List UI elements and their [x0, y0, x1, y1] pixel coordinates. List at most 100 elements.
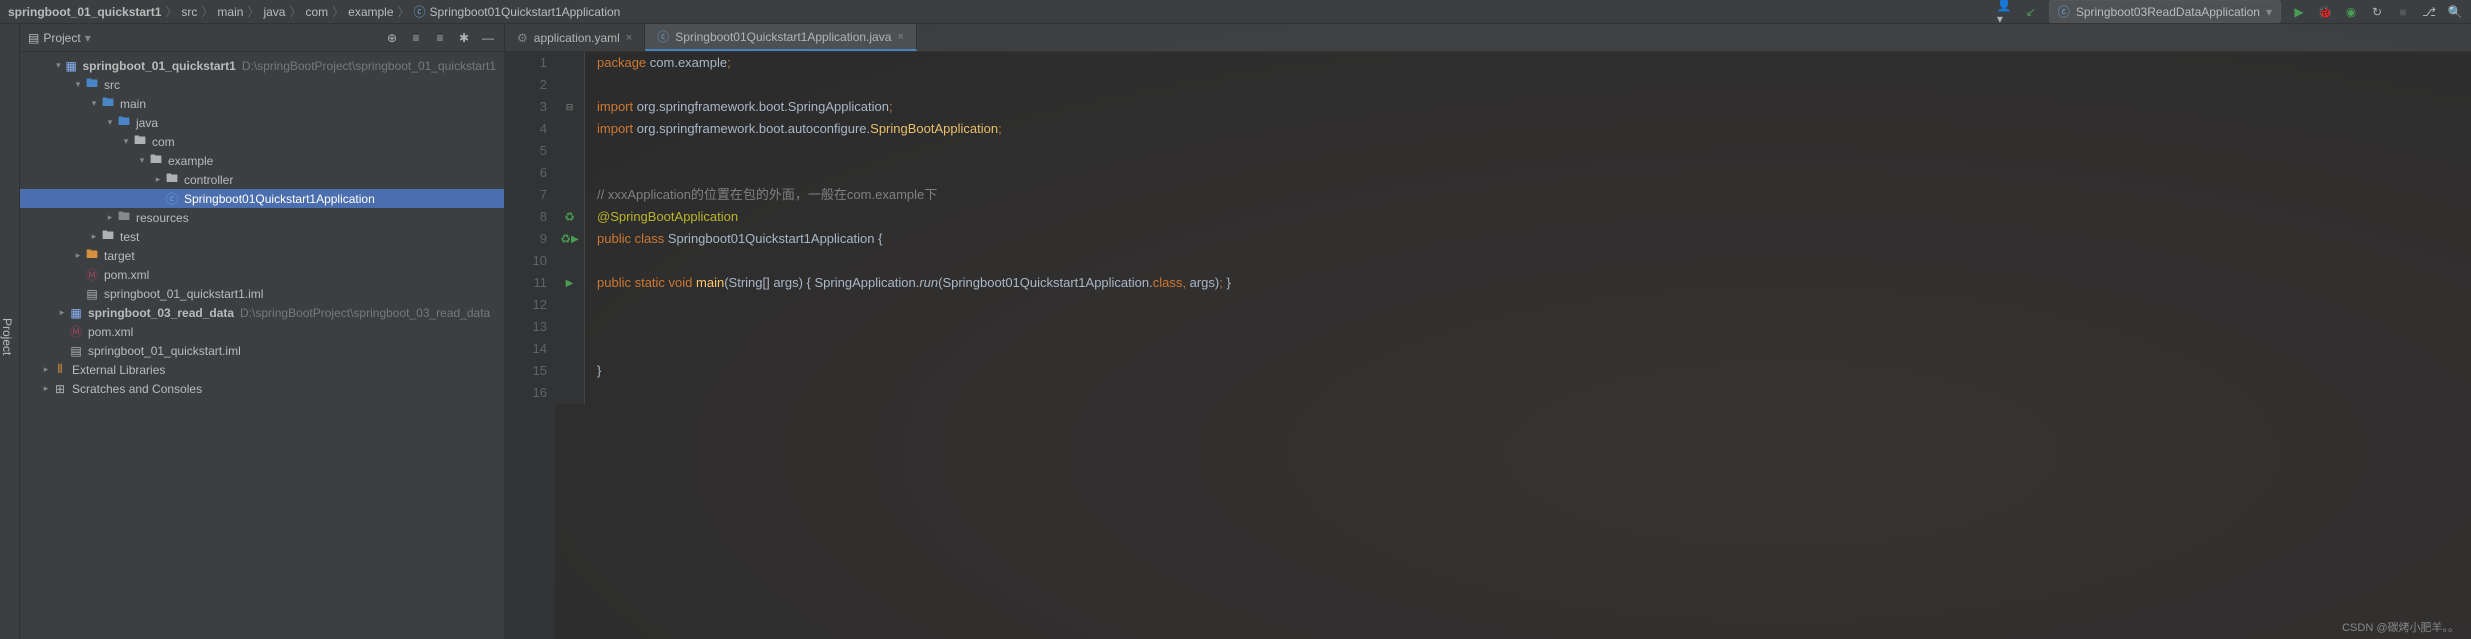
tree-label: springboot_01_quickstart.iml: [88, 344, 241, 358]
breadcrumb-item[interactable]: Springboot01Quickstart1Application: [430, 5, 621, 19]
file-icon: ▤: [84, 287, 100, 301]
tree-arrow-icon[interactable]: ▾: [104, 117, 116, 128]
tree-label: java: [136, 116, 158, 130]
code-editor[interactable]: 12345678910111213141516 ⊟♻♻ ▶▶ package c…: [505, 52, 2471, 639]
spring-gutter-icon[interactable]: ♻: [560, 232, 571, 246]
code-line[interactable]: package com.example;: [597, 52, 2471, 74]
tree-label: example: [168, 154, 213, 168]
code-line[interactable]: public static void main(String[] args) {…: [597, 272, 2471, 294]
code-line[interactable]: [597, 316, 2471, 338]
close-icon[interactable]: ×: [626, 32, 632, 44]
tree-label: springboot_01_quickstart1: [82, 59, 235, 73]
tree-item[interactable]: ▤ springboot_01_quickstart1.iml: [20, 284, 504, 303]
tree-arrow-icon[interactable]: ▸: [72, 250, 84, 261]
run-gutter-icon[interactable]: ▶: [566, 278, 574, 289]
tree-item[interactable]: ▸ 🖿 test: [20, 227, 504, 246]
breadcrumb-item[interactable]: src: [181, 5, 197, 19]
tree-item[interactable]: Ⓜ pom.xml: [20, 322, 504, 341]
code-line[interactable]: [597, 250, 2471, 272]
coverage-icon[interactable]: ◉: [2343, 4, 2359, 20]
class-icon: ⓒ: [164, 190, 180, 207]
class-icon: ⓒ: [657, 28, 669, 45]
user-icon[interactable]: 👤▾: [1997, 4, 2013, 20]
code-line[interactable]: [597, 74, 2471, 96]
tree-label: target: [104, 249, 135, 263]
code-line[interactable]: // xxxApplication的位置在包的外面，一般在com.example…: [597, 184, 2471, 206]
select-opened-icon[interactable]: ⊕: [384, 30, 400, 46]
tree-label: Scratches and Consoles: [72, 382, 202, 396]
tree-item[interactable]: ⓒ Springboot01Quickstart1Application: [20, 189, 504, 208]
tree-arrow-icon[interactable]: ▾: [120, 136, 132, 147]
spring-gutter-icon[interactable]: ♻: [564, 210, 575, 224]
tree-item[interactable]: ▾ 🖿 src: [20, 75, 504, 94]
editor-tabs: ⚙ application.yaml ×ⓒ Springboot01Quicks…: [505, 24, 2471, 52]
collapse-icon[interactable]: ≡: [432, 30, 448, 46]
settings-icon[interactable]: ✱: [456, 30, 472, 46]
code-line[interactable]: import org.springframework.boot.SpringAp…: [597, 96, 2471, 118]
code-line[interactable]: [597, 338, 2471, 360]
tree-arrow-icon[interactable]: ▸: [104, 212, 116, 223]
code-line[interactable]: @SpringBootApplication: [597, 206, 2471, 228]
tree-item[interactable]: ▾ 🖿 java: [20, 113, 504, 132]
project-tree: ▾ ▦ springboot_01_quickstart1 D:\springB…: [20, 52, 504, 402]
breadcrumb-item[interactable]: springboot_01_quickstart1: [8, 5, 161, 19]
run-config-dropdown[interactable]: ⓒ Springboot03ReadDataApplication ▾: [2049, 0, 2281, 23]
tree-arrow-icon[interactable]: ▾: [88, 98, 100, 109]
left-tool-strip[interactable]: Project: [0, 24, 20, 639]
debug-icon[interactable]: 🐞: [2317, 4, 2333, 20]
file-icon: ▤: [68, 344, 84, 358]
maven-icon: Ⓜ: [84, 266, 100, 283]
code-line[interactable]: [597, 294, 2471, 316]
hide-icon[interactable]: —: [480, 30, 496, 46]
tree-arrow-icon[interactable]: ▸: [88, 231, 100, 242]
build-icon[interactable]: ↙: [2023, 4, 2039, 20]
search-icon[interactable]: 🔍: [2447, 4, 2463, 20]
tree-item[interactable]: ▸ 🖿 controller: [20, 170, 504, 189]
tree-item[interactable]: ▾ 🖿 main: [20, 94, 504, 113]
breadcrumb-item[interactable]: java: [263, 5, 285, 19]
profile-icon[interactable]: ↻: [2369, 4, 2385, 20]
tree-arrow-icon[interactable]: ▾: [72, 79, 84, 90]
code-line[interactable]: }: [597, 360, 2471, 382]
tree-item[interactable]: ▾ 🖿 example: [20, 151, 504, 170]
dropdown-icon[interactable]: ▾: [85, 31, 91, 45]
tree-item[interactable]: ▸ ⊞ Scratches and Consoles: [20, 379, 504, 398]
code-line[interactable]: [597, 162, 2471, 184]
tree-arrow-icon[interactable]: ▸: [152, 174, 164, 185]
run-icon[interactable]: ▶: [2291, 4, 2307, 20]
folder-orange-icon: 🖿: [84, 246, 100, 265]
run-gutter-icon[interactable]: ▶: [571, 234, 579, 245]
tree-arrow-icon[interactable]: ▾: [136, 155, 148, 166]
fold-icon[interactable]: ⊟: [566, 102, 574, 113]
stop-icon[interactable]: ■: [2395, 4, 2411, 20]
code-line[interactable]: [597, 382, 2471, 404]
tree-arrow-icon[interactable]: ▸: [40, 383, 52, 394]
breadcrumb-item[interactable]: main: [217, 5, 243, 19]
tree-item[interactable]: ▸ ▦ springboot_03_read_data D:\springBoo…: [20, 303, 504, 322]
tree-item[interactable]: ▾ 🖿 com: [20, 132, 504, 151]
editor-tab[interactable]: ⚙ application.yaml ×: [505, 24, 645, 51]
code-line[interactable]: public class Springboot01Quickstart1Appl…: [597, 228, 2471, 250]
tree-arrow-icon[interactable]: ▸: [40, 364, 52, 375]
breadcrumb-item[interactable]: example: [348, 5, 393, 19]
tree-arrow-icon[interactable]: ▸: [56, 307, 68, 318]
tree-item[interactable]: ▸ ⫴ External Libraries: [20, 360, 504, 379]
breadcrumb-item[interactable]: com: [305, 5, 328, 19]
close-icon[interactable]: ×: [897, 31, 903, 43]
git-icon[interactable]: ⎇: [2421, 4, 2437, 20]
tree-label: Springboot01Quickstart1Application: [184, 192, 375, 206]
tree-item[interactable]: ▤ springboot_01_quickstart.iml: [20, 341, 504, 360]
tree-arrow-icon[interactable]: ▾: [53, 60, 64, 71]
tree-label: src: [104, 78, 120, 92]
expand-icon[interactable]: ≡: [408, 30, 424, 46]
code-line[interactable]: [597, 140, 2471, 162]
tree-label: pom.xml: [104, 268, 149, 282]
tree-item[interactable]: ▾ ▦ springboot_01_quickstart1 D:\springB…: [20, 56, 504, 75]
tree-item[interactable]: Ⓜ pom.xml: [20, 265, 504, 284]
tree-item[interactable]: ▸ 🖿 target: [20, 246, 504, 265]
code-line[interactable]: import org.springframework.boot.autoconf…: [597, 118, 2471, 140]
editor-tab[interactable]: ⓒ Springboot01Quickstart1Application.jav…: [645, 24, 917, 51]
folder-icon: 🖿: [164, 170, 180, 189]
tree-label: External Libraries: [72, 363, 165, 377]
tree-item[interactable]: ▸ 🖿 resources: [20, 208, 504, 227]
